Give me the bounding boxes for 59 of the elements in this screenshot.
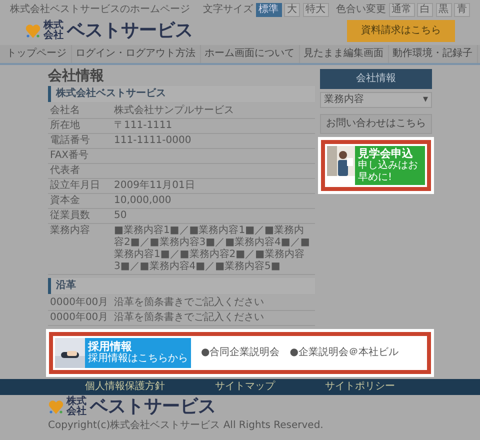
category-select[interactable]: 業務内容 ▾ — [320, 92, 432, 108]
copyright-text: Copyright(c)株式会社ベストサービス All Rights Reserved. — [48, 420, 324, 432]
footer-link[interactable]: サイトマップ — [215, 380, 275, 393]
field-value: 〒111-1111 — [113, 119, 174, 134]
field-value: 2009年11月01日 — [113, 179, 196, 194]
history-date: 0000年00月 — [49, 296, 110, 310]
field-label: 従業員数 — [49, 209, 91, 224]
color-option-button[interactable]: 青 — [454, 3, 470, 17]
nav-link[interactable]: トップページ — [2, 44, 72, 62]
logo-icon — [48, 399, 64, 416]
field-label: 所在地 — [49, 119, 81, 134]
field-label: 設立年月日 — [49, 179, 101, 194]
font-size-label: 文字サイズ — [203, 4, 253, 16]
contact-button[interactable]: お問い合わせはこちら — [320, 114, 432, 134]
field-value: ■業務内容1■／■業務内容1■／■業務内容2■／■業務内容3■／■業務内容4■／■業務内容1■／■業務内容2■／■業務内容3■／■業務内容4■／■業務内容5■ — [113, 224, 311, 274]
history-text: 沿革を箇条書きでご記入ください — [113, 296, 265, 310]
event-link[interactable]: ●企業説明会＠本社ビル — [290, 346, 398, 359]
sidebar-heading: 会社情報 — [320, 68, 432, 88]
color-option-button[interactable]: 通常 — [388, 3, 414, 17]
section-heading: 株式会社ベストサービス — [48, 86, 315, 102]
nav-link[interactable]: ログイン・ログアウト方法 — [72, 44, 200, 62]
history-date: 0000年00月 — [49, 310, 110, 325]
nav-link[interactable]: 見たまま編集画面 — [300, 44, 388, 62]
page-title: 会社情報 — [48, 68, 105, 84]
font-size-button[interactable]: 特大 — [302, 3, 328, 17]
color-option-button[interactable]: 白 — [417, 3, 433, 17]
logo-text: 株式会社 — [44, 20, 64, 40]
field-label: FAX番号 — [49, 149, 90, 164]
footer-link[interactable]: サイトポリシー — [325, 380, 395, 393]
field-value: 50 — [113, 209, 128, 224]
field-value: 株式会社サンプルサービス — [113, 104, 235, 118]
logo-text: 株式会社 — [66, 397, 88, 418]
nav-link[interactable]: 動作環境・記録子 — [388, 44, 478, 62]
logo-name: ベストサービス — [90, 398, 216, 416]
field-label: 電話番号 — [49, 134, 91, 148]
section-heading: 沿革 — [48, 278, 315, 294]
banner-subtitle: 採用情報はこちらから — [88, 353, 188, 366]
history-text: 沿革を箇条書きでご記入ください — [113, 310, 265, 325]
caret-icon: ▾ — [422, 94, 428, 106]
color-label: 色合い変更 — [336, 4, 386, 16]
banner-title: 採用情報 — [88, 340, 133, 354]
banner-subtitle: 申し込みはお早めに! — [358, 160, 419, 184]
field-label: 業務内容 — [49, 224, 91, 238]
logo-name: ベストサービス — [67, 22, 193, 40]
logo-icon — [25, 22, 41, 38]
field-value: 10,000,000 — [113, 194, 172, 208]
event-link[interactable]: ●合同企業説明会 — [201, 346, 280, 359]
footer-link[interactable]: 個人情報保護方針 — [85, 380, 165, 393]
site-tagline: 株式会社ベストサービスのホームページ — [10, 4, 190, 16]
field-label: 会社名 — [49, 104, 81, 118]
request-button[interactable]: 資料請求はこちら — [347, 20, 455, 42]
field-label: 資本金 — [49, 194, 81, 208]
color-option-button[interactable]: 黒 — [436, 3, 452, 17]
font-size-button[interactable]: 大 — [284, 3, 300, 17]
banner-title: 見学会申込 — [358, 146, 414, 160]
nav-link[interactable]: ホーム画面について — [200, 44, 300, 62]
field-value: 111-1111-0000 — [113, 134, 192, 148]
font-size-button[interactable]: 標準 — [256, 3, 282, 17]
field-label: 代表者 — [49, 164, 81, 178]
